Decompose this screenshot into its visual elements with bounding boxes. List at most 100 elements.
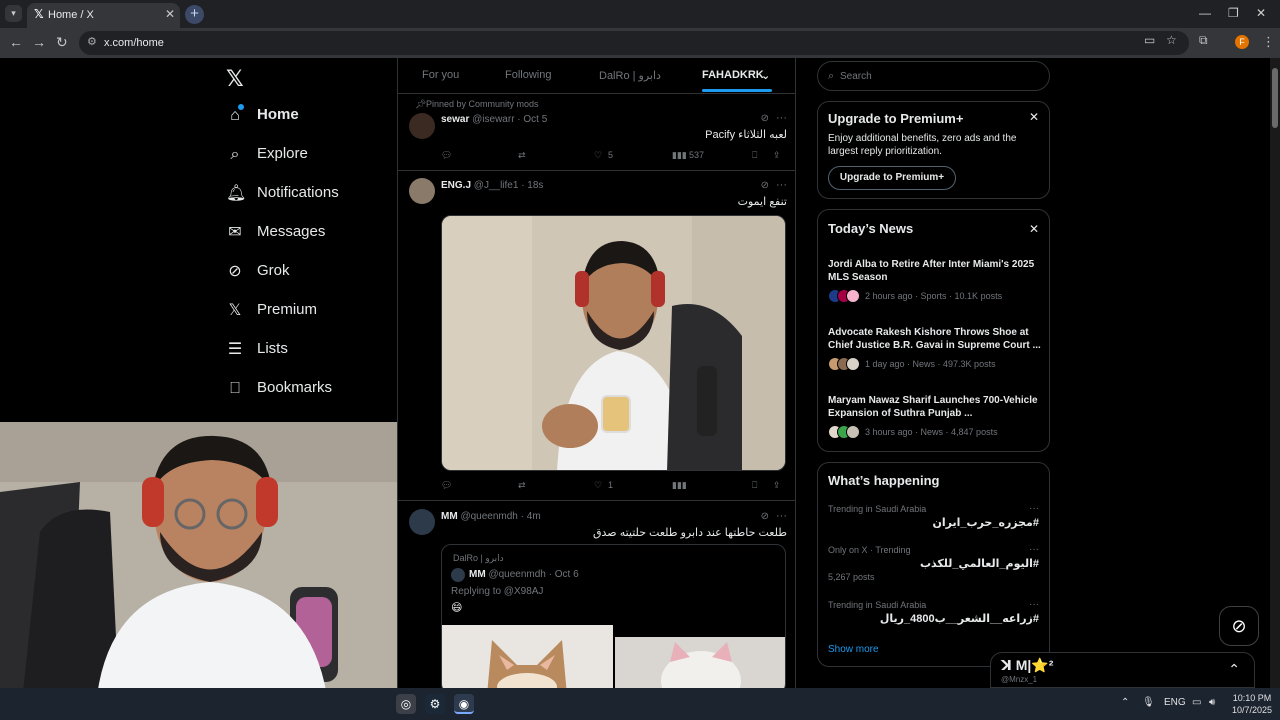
more-icon[interactable]: ··· xyxy=(1029,599,1039,610)
url-text[interactable]: x.com/home xyxy=(104,37,164,49)
forward-icon[interactable]: → xyxy=(32,34,46,50)
share-icon[interactable]: ⇪ xyxy=(773,150,781,161)
active-tab-indicator xyxy=(702,89,772,92)
post-author[interactable]: ENG.J @J__life1 · 18s xyxy=(441,180,543,191)
network-icon[interactable]: ▭ xyxy=(1192,697,1201,708)
news-item[interactable]: Jordi Alba to Retire After Inter Miami's… xyxy=(828,258,1043,303)
grok-icon[interactable]: ⊘ xyxy=(761,511,769,522)
taskbar-clock[interactable]: 10:10 PM 10/7/2025 xyxy=(1228,692,1276,716)
show-more-link[interactable]: Show more xyxy=(828,644,879,655)
reply-icon[interactable]: 💬︎ xyxy=(441,480,452,491)
like-icon[interactable]: ♡ xyxy=(594,480,602,491)
close-icon[interactable]: ✕ xyxy=(1029,110,1039,124)
site-info-icon[interactable]: ⚙ xyxy=(87,35,97,48)
tab-title: Home / X xyxy=(48,9,94,21)
bookmark-icon[interactable]: ⎕ xyxy=(752,150,757,161)
browser-tab-active[interactable]: 𝕏 Home / X ✕ xyxy=(27,3,180,28)
views-icon[interactable]: ▮▮▮ xyxy=(672,480,687,491)
news-title: Maryam Nawaz Sharif Launches 700-Vehicle… xyxy=(828,395,1038,419)
trend-item[interactable]: Trending in Saudi Arabia ··· #مجزره_حرب_… xyxy=(828,503,1043,538)
more-icon[interactable]: ··· xyxy=(776,179,787,191)
scroll-thumb[interactable] xyxy=(1272,68,1278,128)
drawer-user-name: ꓘ M|⭐² xyxy=(1001,657,1054,673)
upgrade-premium-button[interactable]: Upgrade to Premium+ xyxy=(828,166,956,190)
news-item[interactable]: Maryam Nawaz Sharif Launches 700-Vehicle… xyxy=(828,394,1043,439)
post[interactable]: ENG.J @J__life1 · 18s ⊘ ··· تنفع ايموت 💬… xyxy=(398,171,795,501)
reload-icon[interactable]: ↻ xyxy=(56,34,68,51)
volume-icon[interactable]: 🔊︎ xyxy=(1209,697,1215,708)
reply-icon[interactable]: 💬︎ xyxy=(441,150,452,161)
views-icon[interactable]: ▮▮▮ xyxy=(672,150,687,161)
close-icon[interactable]: ✕ xyxy=(1029,222,1039,236)
nav-explore[interactable]: ⌕ Explore xyxy=(226,143,386,173)
language-indicator[interactable]: ENG xyxy=(1164,697,1186,708)
more-icon[interactable]: ··· xyxy=(1029,503,1039,514)
grok-icon[interactable]: ⊘ xyxy=(761,180,769,191)
extensions-icon[interactable]: ⧉ xyxy=(1199,33,1208,48)
trend-item[interactable]: Only on X · Trending ··· #اليوم_العالمي_… xyxy=(828,544,1043,582)
nav-messages[interactable]: ✉ Messages xyxy=(226,221,386,251)
share-icon[interactable]: ⇪ xyxy=(773,480,781,491)
tab-search-button[interactable]: ▾ xyxy=(5,5,22,22)
search-input[interactable]: ⌕ Search xyxy=(817,61,1050,91)
tab-dalro[interactable]: DalRo | دابرو xyxy=(599,69,661,82)
cast-icon[interactable]: ▭ xyxy=(1144,33,1155,47)
nav-grok[interactable]: ⊘ Grok xyxy=(226,260,386,290)
tray-overflow-icon[interactable]: ⌃ xyxy=(1121,697,1129,708)
nav-notifications[interactable]: 🔔︎ Notifications xyxy=(226,182,386,212)
bookmark-icon: ⎕ xyxy=(230,380,240,397)
post-image[interactable] xyxy=(441,215,786,471)
quote-image-cat-2[interactable] xyxy=(615,637,785,688)
tab-fahadkrk[interactable]: FAHADKRK xyxy=(702,69,764,81)
post-author[interactable]: sewar @isewarr · Oct 5 xyxy=(441,114,547,125)
news-title: Advocate Rakesh Kishore Throws Shoe at C… xyxy=(828,327,1041,351)
post-author[interactable]: MM @queenmdh · 4m xyxy=(441,511,541,522)
chrome-icon[interactable]: ◉ xyxy=(454,694,474,714)
back-icon[interactable]: ← xyxy=(9,34,23,50)
tab-following[interactable]: Following xyxy=(505,69,551,81)
chevron-down-icon[interactable]: ⌄ xyxy=(761,69,770,82)
bookmark-icon[interactable]: ⎕ xyxy=(752,480,757,491)
nav-bookmarks[interactable]: ⎕ Bookmarks xyxy=(226,377,386,407)
window-close-icon[interactable]: ✕ xyxy=(1256,6,1266,20)
more-icon[interactable]: ··· xyxy=(776,510,787,522)
more-icon[interactable]: ··· xyxy=(776,112,787,124)
repost-icon[interactable]: ⇄ xyxy=(518,480,526,491)
quoted-post[interactable]: DalRo | دابرو MM @queenmdh · Oct 6 Reply… xyxy=(441,544,786,688)
browser-menu-icon[interactable]: ⋮ xyxy=(1262,34,1275,50)
messages-drawer[interactable]: ꓘ M|⭐² @Mnzx_1 ⌃ xyxy=(990,652,1255,688)
minimize-icon[interactable]: — xyxy=(1199,6,1211,20)
nav-home[interactable]: ⌂ Home xyxy=(226,104,386,134)
profile-avatar[interactable]: F xyxy=(1235,35,1249,49)
microphone-icon[interactable]: 🎙︎ xyxy=(1142,697,1155,708)
address-bar[interactable]: ⚙ x.com/home xyxy=(79,31,1189,55)
star-icon[interactable]: ☆ xyxy=(1166,33,1177,47)
tab-for-you[interactable]: For you xyxy=(422,69,459,81)
nav-lists[interactable]: ☰ Lists xyxy=(226,338,386,368)
avatar[interactable] xyxy=(409,509,435,535)
post[interactable]: Pinned by Community mods 📌︎ sewar @isewa… xyxy=(398,95,795,171)
repost-icon[interactable]: ⇄ xyxy=(518,150,526,161)
avatar[interactable] xyxy=(409,178,435,204)
avatar[interactable] xyxy=(409,113,435,139)
x-logo-icon[interactable]: 𝕏 xyxy=(226,66,244,92)
news-meta: 3 hours ago · News · 4,847 posts xyxy=(828,425,1043,439)
post[interactable]: MM @queenmdh · 4m ⊘ ··· طلعت حاطتها عند … xyxy=(398,501,795,688)
post-actions: 💬︎ ⇄ ♡ 5 ▮▮▮ 537 ⎕ ⇪ xyxy=(441,150,786,164)
like-icon[interactable]: ♡ xyxy=(594,150,602,161)
new-tab-button[interactable]: + xyxy=(185,5,204,24)
trend-item[interactable]: Trending in Saudi Arabia ··· #زراعه__الش… xyxy=(828,599,1043,634)
chevron-up-icon[interactable]: ⌃ xyxy=(1228,661,1240,678)
quote-image-cat[interactable] xyxy=(442,625,613,688)
card-title: Today’s News xyxy=(828,221,914,236)
grok-floating-button[interactable]: ⊘ xyxy=(1219,606,1259,646)
maximize-icon[interactable]: ❐ xyxy=(1228,6,1239,20)
taskbar-app-icon[interactable]: ◎ xyxy=(396,694,416,714)
more-icon[interactable]: ··· xyxy=(1029,544,1039,555)
nav-premium[interactable]: 𝕏 Premium xyxy=(226,299,386,329)
steam-icon[interactable]: ⚙ xyxy=(425,694,445,714)
grok-icon[interactable]: ⊘ xyxy=(761,113,769,124)
close-icon[interactable]: ✕ xyxy=(165,7,175,21)
page-scrollbar[interactable] xyxy=(1270,58,1280,688)
news-item[interactable]: Advocate Rakesh Kishore Throws Shoe at C… xyxy=(828,326,1043,371)
